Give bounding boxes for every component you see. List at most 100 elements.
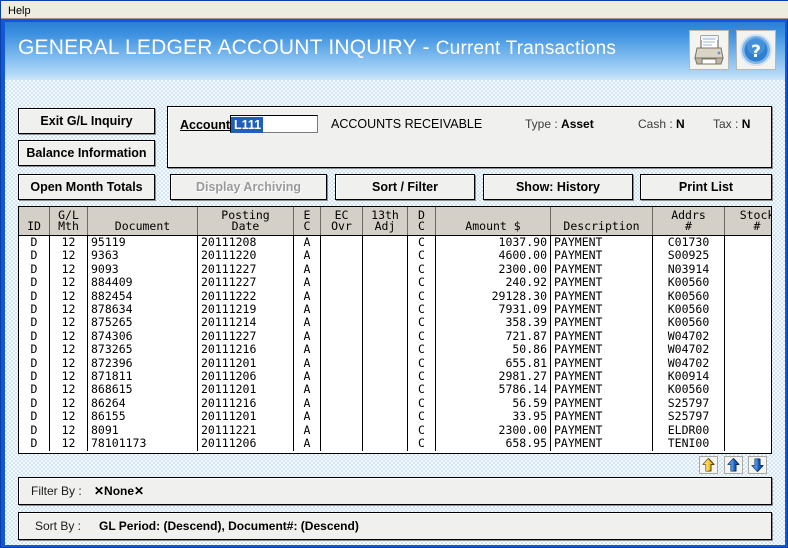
cell-id: D: [19, 276, 50, 290]
table-row[interactable]: D 12 874306 20111227 A C 721.87 PAYMENT W04702 …: [19, 329, 771, 344]
cell-ec: A: [293, 235, 321, 250]
cell-doc: 878634: [87, 303, 198, 317]
cell-addr: K00560: [652, 289, 725, 304]
column-header-ec[interactable]: EC: [293, 207, 321, 236]
column-header-line2: C: [418, 219, 425, 233]
cell-doc: 9363: [87, 249, 198, 263]
cell-doc: 868615: [87, 383, 198, 397]
table-row[interactable]: D 12 884409 20111227 A C 240.92 PAYMENT K00560 …: [19, 276, 771, 290]
sort-filter-button[interactable]: Sort / Filter: [335, 174, 475, 200]
cell-amt: 655.81: [435, 356, 551, 371]
cell-id: D: [19, 410, 50, 424]
exit-gl-inquiry-button[interactable]: Exit G/L Inquiry: [18, 108, 155, 134]
cell-post: 20111201: [197, 356, 294, 371]
column-header-line2: Ovr: [331, 219, 352, 233]
column-header-dc[interactable]: DC: [407, 207, 436, 236]
cell-desc: PAYMENT: [550, 303, 653, 317]
cell-post: 20111227: [197, 329, 294, 344]
cell-post: 20111216: [197, 396, 294, 411]
cell-ec: A: [293, 356, 321, 371]
table-row[interactable]: D 12 882454 20111222 A C 29128.30 PAYMENT K0056…: [19, 289, 771, 304]
sort-label: Sort By :: [35, 519, 82, 533]
table-row[interactable]: D 12 872396 20111201 A C 655.81 PAYMENT W04702 …: [19, 356, 771, 371]
cell-dc: C: [407, 329, 436, 344]
column-header-addr[interactable]: Addrs #: [652, 207, 725, 236]
cell-dc: C: [407, 262, 436, 277]
column-header-line2: #: [685, 219, 692, 233]
cell-ecovr: [320, 262, 363, 277]
transactions-grid: ID G/L Mth Document Posting Date E C EC Ovr 13th A…: [18, 206, 772, 454]
transactions-table: ID G/L Mth Document Posting Date E C EC Ovr 13th A…: [19, 207, 771, 451]
cell-id: D: [19, 249, 50, 263]
table-row[interactable]: D 12 95119 20111208 A C 1037.90 PAYMENT C01730 …: [19, 235, 771, 250]
table-row[interactable]: D 12 871811 20111206 A C 2981.27 PAYMENT K00914…: [19, 370, 771, 384]
column-header-ecovr[interactable]: EC Ovr: [320, 207, 363, 236]
cell-doc: 95119: [87, 235, 198, 250]
filter-bar[interactable]: Filter By : ✕None✕: [18, 477, 772, 505]
cell-ecovr: [320, 249, 363, 263]
cell-adj13: [362, 356, 408, 371]
cell-doc: 875265: [87, 316, 198, 330]
account-label: Account :: [180, 118, 238, 132]
table-row[interactable]: D128626420111216A C56.59PAYMENTS25797 20…: [19, 396, 771, 411]
table-row[interactable]: D128615520111201A C33.95PAYMENTS25797 20…: [19, 410, 771, 424]
cell-amt: 358.39: [435, 316, 551, 330]
table-row[interactable]: D 12 875265 20111214 A C 358.39 PAYMENT K00560 …: [19, 316, 771, 330]
cell-stock: [724, 316, 771, 330]
cell-id: D: [19, 235, 50, 250]
table-row[interactable]: D12909320111227A C2300.00PAYMENTN03914 2…: [19, 262, 771, 277]
cell-doc: 882454: [87, 289, 198, 304]
table-row[interactable]: D12809120111221A C2300.00PAYMENTELDR00 2…: [19, 423, 771, 438]
cell-addr: W04702: [652, 356, 725, 371]
print-list-button[interactable]: Print List: [640, 174, 772, 200]
cell-ecovr: [320, 423, 363, 438]
column-header-stock[interactable]: Stock #: [724, 207, 771, 236]
cell-addr: K00560: [652, 303, 725, 317]
cell-post: 20111227: [197, 262, 294, 277]
cell-amt: 33.95: [435, 410, 551, 424]
cell-ec: A: [293, 329, 321, 344]
column-header-desc[interactable]: Description: [550, 207, 653, 236]
cell-stock: [724, 356, 771, 371]
cell-post: 20111206: [197, 437, 294, 451]
cell-mth: 12: [49, 249, 88, 263]
cell-adj13: [362, 262, 408, 277]
open-month-totals-button[interactable]: Open Month Totals: [18, 174, 155, 200]
column-header-mth[interactable]: G/L Mth: [49, 207, 88, 236]
printer-icon[interactable]: [689, 30, 729, 70]
column-header-amt[interactable]: Amount $: [435, 207, 551, 236]
cell-id: D: [19, 262, 50, 277]
cell-mth: 12: [49, 343, 88, 357]
column-header-line2: Amount $: [465, 219, 521, 233]
menu-bar: Help: [1, 1, 788, 19]
sort-bar[interactable]: Sort By : GL Period: (Descend), Document…: [18, 512, 772, 540]
balance-information-button[interactable]: Balance Information: [18, 140, 155, 166]
account-input[interactable]: L111: [230, 115, 318, 133]
show-history-button[interactable]: Show: History: [483, 174, 633, 200]
arrow-up-blue-icon[interactable]: [724, 456, 743, 474]
cell-desc: PAYMENT: [550, 316, 653, 330]
cell-adj13: [362, 235, 408, 250]
column-header-id[interactable]: ID: [19, 207, 50, 236]
cell-ecovr: [320, 329, 363, 344]
table-row[interactable]: D1287326520111216A C50.86PAYMENTW04702 2…: [19, 343, 771, 357]
cell-ec: A: [293, 370, 321, 384]
help-question-icon[interactable]: ?: [736, 30, 776, 70]
table-row[interactable]: D 12 878634 20111219 A C 7931.09 PAYMENT K00560…: [19, 303, 771, 317]
cell-ec: A: [293, 396, 321, 411]
column-header-adj13[interactable]: 13th Adj: [362, 207, 408, 236]
menu-item-help[interactable]: Help: [1, 2, 38, 19]
cell-id: D: [19, 423, 50, 438]
cell-post: 20111216: [197, 343, 294, 357]
table-row[interactable]: D12936320111220A C4600.00PAYMENTS00925 2…: [19, 249, 771, 263]
arrow-up-yellow-icon[interactable]: [699, 456, 718, 474]
cell-doc: 78101173: [87, 437, 198, 451]
table-row[interactable]: D 12 868615 20111201 A C 5786.14 PAYMENT K00560…: [19, 383, 771, 397]
table-row[interactable]: D 12 78101173 20111206 A C 658.95 PAYMENT TENI0…: [19, 437, 771, 451]
application-window: Help GENERAL LEDGER ACCOUNT INQUIRY - Cu…: [0, 0, 788, 548]
cell-ecovr: [320, 396, 363, 411]
column-header-post[interactable]: Posting Date: [197, 207, 294, 236]
cell-id: D: [19, 289, 50, 304]
column-header-doc[interactable]: Document: [87, 207, 198, 236]
arrow-down-blue-icon[interactable]: [748, 456, 767, 474]
